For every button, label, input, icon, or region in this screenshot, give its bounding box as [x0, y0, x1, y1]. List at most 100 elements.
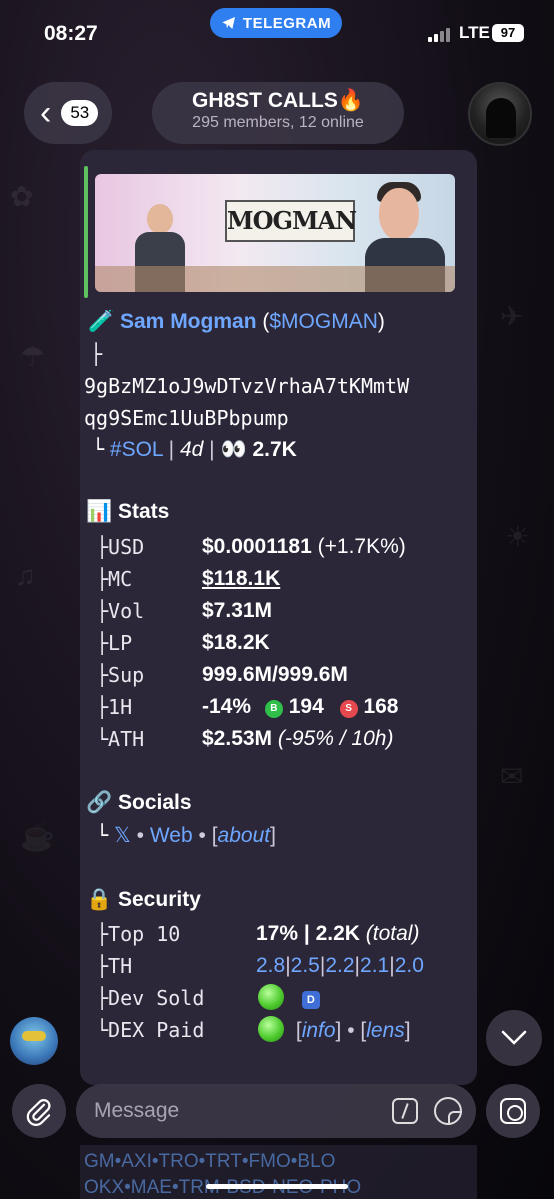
- eyes-icon: 👀: [220, 438, 247, 461]
- stat-key-ath: └ATH: [96, 727, 145, 751]
- preview-accent-bar: [84, 166, 88, 298]
- clock: 08:27: [44, 22, 98, 45]
- security-top10: 17% | 2.2K (total): [256, 922, 420, 945]
- address-prefix: ├: [90, 342, 103, 366]
- telegram-return-pill[interactable]: TELEGRAM: [210, 8, 342, 38]
- stat-1h-sells: 168: [363, 695, 399, 718]
- signal-icon: [428, 28, 450, 42]
- token-name-link[interactable]: Sam Mogman: [120, 310, 257, 333]
- x-link-icon[interactable]: 𝕏: [114, 824, 131, 847]
- chevron-left-icon: ‹: [40, 94, 52, 132]
- sender-avatar[interactable]: [10, 1017, 58, 1065]
- message-image[interactable]: MOGMAN: [95, 174, 455, 292]
- image-banner: MOGMAN: [225, 200, 357, 242]
- camera-button[interactable]: [486, 1084, 540, 1138]
- lock-icon: 🔒: [86, 888, 113, 911]
- stat-key-1h: ├1H: [96, 695, 133, 719]
- network-type: LTE: [459, 23, 490, 42]
- token-heading: 🧪 Sam Mogman ($MOGMAN): [88, 310, 385, 333]
- link-icon: 🔗: [86, 791, 113, 814]
- token-meta: └ #SOL | 4d | 👀 2.7K: [92, 437, 297, 461]
- stat-lp: $18.2K: [202, 631, 270, 654]
- token-age: 4d: [179, 438, 204, 461]
- stat-key-lp: ├LP: [96, 631, 133, 655]
- stat-key-sup: ├Sup: [96, 663, 145, 687]
- socials-title: Socials: [118, 791, 192, 814]
- about-link[interactable]: about: [218, 824, 271, 847]
- scroll-down-button[interactable]: [486, 1010, 542, 1066]
- chain-prefix: └: [92, 437, 105, 461]
- th-link[interactable]: 2.0: [395, 954, 424, 977]
- pill-icon: 🧪: [88, 310, 115, 333]
- stat-1h: -14% B 194 S 168: [202, 695, 399, 719]
- stats-heading: 📊 Stats: [86, 500, 169, 524]
- camera-icon: [500, 1098, 526, 1124]
- wallpaper-doodle: ✿: [10, 181, 34, 212]
- home-indicator: [206, 1184, 348, 1189]
- wallpaper-doodle: ✈: [500, 301, 524, 332]
- chart-icon: 📊: [86, 500, 113, 523]
- wallpaper-doodle: ☕: [20, 821, 55, 852]
- stat-key-usd: ├USD: [96, 535, 145, 559]
- security-heading: 🔒 Security: [86, 888, 201, 912]
- chain-hashtag[interactable]: #SOL: [110, 438, 163, 461]
- back-button[interactable]: ‹ 53: [24, 82, 112, 144]
- sell-badge-icon: S: [339, 700, 358, 718]
- lens-link[interactable]: lens: [366, 1019, 405, 1042]
- token-ticker-link[interactable]: $MOGMAN: [269, 310, 378, 333]
- group-avatar[interactable]: [468, 82, 532, 146]
- stat-mc-link[interactable]: $118.1K: [202, 567, 280, 591]
- contract-address-line2[interactable]: qg9SEmc1UuBPbpump: [84, 406, 289, 430]
- security-key-dev-sold: ├Dev Sold: [96, 986, 205, 1010]
- wallpaper-doodle: ☀: [505, 521, 531, 552]
- info-link[interactable]: info: [302, 1019, 336, 1042]
- contract-address-line1[interactable]: 9gBzMZ1oJ9wDTvzVrhaA7tKMmtW: [84, 374, 409, 398]
- status-bar: 08:27 TELEGRAM LTE 97: [0, 0, 554, 60]
- th-link[interactable]: 2.1: [360, 954, 389, 977]
- battery-icon: 97: [492, 24, 524, 42]
- stat-key-mc: ├MC: [96, 567, 133, 591]
- wallpaper-doodle: ✉: [500, 761, 524, 792]
- th-link[interactable]: 2.8: [256, 954, 285, 977]
- stat-1h-change: -14%: [202, 695, 252, 718]
- green-circle-icon: [258, 984, 284, 1010]
- bottom-message-preview: GM•AXI•TRO•TRT•FMO•BLO OKX•MAE•TRM•BSD•N…: [80, 1145, 477, 1199]
- stat-ath: $2.53M (-95% / 10h): [202, 727, 394, 750]
- stats-title: Stats: [118, 500, 170, 523]
- chat-title: GH8ST CALLS🔥: [192, 89, 364, 112]
- sticker-icon[interactable]: [434, 1097, 462, 1125]
- security-th: 2.8|2.5|2.2|2.1|2.0: [256, 954, 424, 977]
- security-dex-paid: [info] • [lens]: [258, 1016, 411, 1043]
- green-circle-icon: [258, 1016, 284, 1042]
- paperclip-icon: [26, 1098, 51, 1126]
- web-link[interactable]: Web: [150, 824, 193, 847]
- wallpaper-doodle: ☂: [20, 341, 46, 372]
- socials-row: └ 𝕏 • Web • [about]: [96, 823, 276, 847]
- command-icon[interactable]: [392, 1098, 418, 1124]
- stat-usd: $0.0001181 (+1.7K%): [202, 535, 406, 558]
- dev-badge-icon[interactable]: D: [301, 991, 320, 1009]
- desk: [95, 266, 455, 292]
- message-composer[interactable]: [76, 1084, 476, 1138]
- th-link[interactable]: 2.5: [291, 954, 320, 977]
- message-input[interactable]: [94, 1097, 374, 1125]
- th-link[interactable]: 2.2: [325, 954, 354, 977]
- security-key-dex-paid: └DEX Paid: [96, 1018, 205, 1042]
- security-dev-sold: D: [258, 984, 320, 1011]
- stat-key-vol: ├Vol: [96, 599, 145, 623]
- security-key-th: ├TH: [96, 954, 133, 978]
- stat-supply: 999.6M/999.6M: [202, 663, 348, 686]
- attach-button[interactable]: [12, 1084, 66, 1138]
- wallpaper-doodle: ♫: [15, 560, 36, 591]
- token-views: 2.7K: [252, 438, 297, 461]
- security-title: Security: [118, 888, 201, 911]
- buy-badge-icon: B: [264, 700, 283, 718]
- chat-subtitle: 295 members, 12 online: [192, 114, 364, 131]
- telegram-pill-label: TELEGRAM: [242, 14, 332, 32]
- chat-title-pill[interactable]: GH8ST CALLS🔥 295 members, 12 online: [152, 82, 404, 144]
- stat-1h-buys: 194: [288, 695, 324, 718]
- chevron-down-icon: [501, 1030, 527, 1045]
- socials-heading: 🔗 Socials: [86, 791, 192, 815]
- security-key-top10: ├Top 10: [96, 922, 181, 946]
- unread-count-badge: 53: [61, 100, 99, 126]
